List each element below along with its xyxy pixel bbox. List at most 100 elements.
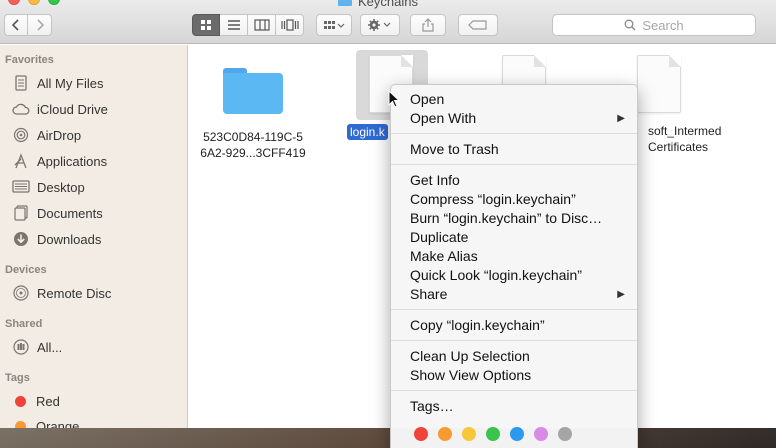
desktop-icon bbox=[12, 178, 30, 196]
menu-item-label: Compress “login.keychain” bbox=[410, 191, 576, 207]
menu-item-label: Tags… bbox=[410, 398, 454, 414]
menu-item-quick-look[interactable]: Quick Look “login.keychain” bbox=[410, 266, 625, 285]
orange-tag-icon bbox=[15, 420, 26, 428]
file-label-line: 6A2-929...3CFF419 bbox=[200, 146, 306, 160]
menu-item-label: Open With bbox=[410, 110, 477, 126]
grid-icon bbox=[201, 20, 211, 30]
minimize-window-button[interactable] bbox=[28, 0, 40, 5]
finder-window: Keychains Search Favorites All My Files … bbox=[0, 0, 776, 428]
gear-icon bbox=[368, 19, 391, 31]
sidebar-item-desktop[interactable]: Desktop bbox=[12, 177, 85, 197]
sidebar-item-documents[interactable]: Documents bbox=[12, 203, 103, 223]
tag-color-red[interactable] bbox=[414, 427, 428, 441]
list-view-button[interactable] bbox=[220, 14, 248, 36]
menu-item-share[interactable]: Share ▶ bbox=[410, 285, 625, 304]
view-mode-buttons bbox=[192, 14, 304, 36]
sidebar-item-label: Red bbox=[36, 393, 60, 409]
file-label-line: 523C0D84-119C-5 bbox=[203, 130, 303, 144]
navigation-buttons bbox=[4, 14, 52, 36]
sidebar-item-label: All... bbox=[37, 339, 63, 355]
edit-tags-button[interactable] bbox=[458, 14, 498, 36]
arrange-grid-icon bbox=[324, 21, 345, 29]
menu-item-show-view-options[interactable]: Show View Options bbox=[410, 366, 625, 385]
search-input[interactable]: Search bbox=[552, 14, 756, 36]
chevron-right-icon bbox=[36, 19, 44, 31]
back-button[interactable] bbox=[4, 14, 28, 36]
sidebar-item-label: Downloads bbox=[37, 231, 102, 247]
forward-button[interactable] bbox=[28, 14, 52, 36]
sidebar-item-icloud-drive[interactable]: iCloud Drive bbox=[12, 99, 108, 119]
menu-item-tags[interactable]: Tags… bbox=[410, 397, 625, 416]
share-button[interactable] bbox=[410, 14, 446, 36]
icon-view-button[interactable] bbox=[192, 14, 220, 36]
cover-flow-button[interactable] bbox=[276, 14, 304, 36]
menu-item-label: Copy “login.keychain” bbox=[410, 317, 545, 333]
arrange-button[interactable] bbox=[316, 14, 352, 36]
file-label: 523C0D84-119C-5 6A2-929...3CFF419 bbox=[191, 129, 315, 161]
action-button[interactable] bbox=[360, 14, 400, 36]
mouse-pointer-icon bbox=[388, 90, 400, 108]
search-icon bbox=[624, 19, 636, 31]
disc-icon bbox=[12, 284, 30, 302]
menu-item-make-alias[interactable]: Make Alias bbox=[410, 247, 625, 266]
menu-item-move-to-trash[interactable]: Move to Trash bbox=[410, 140, 625, 159]
tag-color-green[interactable] bbox=[486, 427, 500, 441]
window-title-text: Keychains bbox=[358, 0, 418, 9]
tag-color-gray[interactable] bbox=[558, 427, 572, 441]
columns-icon bbox=[253, 19, 270, 31]
sidebar-item-shared-all[interactable]: All... bbox=[12, 337, 62, 357]
sidebar-item-label: Remote Disc bbox=[37, 285, 112, 301]
folder-icon bbox=[223, 68, 283, 114]
menu-separator bbox=[391, 340, 637, 341]
airdrop-icon bbox=[12, 126, 30, 144]
sidebar-item-downloads[interactable]: Downloads bbox=[12, 229, 101, 249]
documents-icon bbox=[12, 204, 30, 222]
cover-flow-icon bbox=[280, 19, 299, 31]
sidebar-item-label: AirDrop bbox=[37, 127, 82, 143]
sidebar-item-tag-red[interactable]: Red bbox=[12, 391, 60, 411]
sidebar-item-label: Orange bbox=[36, 418, 80, 429]
sidebar-item-airdrop[interactable]: AirDrop bbox=[12, 125, 81, 145]
zoom-window-button[interactable] bbox=[48, 0, 60, 5]
sidebar-item-label: All My Files bbox=[37, 75, 104, 91]
tag-color-yellow[interactable] bbox=[462, 427, 476, 441]
submenu-arrow-icon: ▶ bbox=[617, 289, 625, 300]
chevron-left-icon bbox=[12, 19, 19, 31]
column-view-button[interactable] bbox=[248, 14, 276, 36]
menu-item-label: Show View Options bbox=[410, 367, 532, 383]
close-window-button[interactable] bbox=[8, 0, 20, 5]
menu-item-label: Duplicate bbox=[410, 229, 469, 245]
sidebar-item-tag-orange[interactable]: Orange bbox=[12, 416, 79, 428]
menu-item-label: Quick Look “login.keychain” bbox=[410, 267, 582, 283]
menu-item-copy[interactable]: Copy “login.keychain” bbox=[410, 316, 625, 335]
menu-item-duplicate[interactable]: Duplicate bbox=[410, 228, 625, 247]
devices-heading: Devices bbox=[5, 264, 47, 276]
sidebar-item-applications[interactable]: Applications bbox=[12, 151, 107, 171]
menu-item-burn-to-disc[interactable]: Burn “login.keychain” to Disc… bbox=[410, 209, 625, 228]
menu-item-open-with[interactable]: Open With ▶ bbox=[410, 109, 625, 128]
menu-item-open[interactable]: Open bbox=[410, 90, 625, 109]
sidebar-item-label: Documents bbox=[37, 205, 103, 221]
tags-heading: Tags bbox=[5, 372, 30, 384]
sidebar-item-label: iCloud Drive bbox=[37, 101, 108, 117]
menu-item-label: Share bbox=[410, 286, 448, 302]
tag-color-orange[interactable] bbox=[438, 427, 452, 441]
menu-item-get-info[interactable]: Get Info bbox=[410, 171, 625, 190]
applications-icon bbox=[12, 152, 30, 170]
red-tag-icon bbox=[15, 395, 26, 407]
menu-item-compress[interactable]: Compress “login.keychain” bbox=[410, 190, 625, 209]
tag-icon bbox=[468, 20, 487, 30]
menu-separator bbox=[391, 390, 637, 391]
sidebar-item-all-my-files[interactable]: All My Files bbox=[12, 73, 103, 93]
menu-item-clean-up-selection[interactable]: Clean Up Selection bbox=[410, 347, 625, 366]
menu-item-label: Make Alias bbox=[410, 248, 478, 264]
window-title: Keychains bbox=[338, 0, 418, 9]
menu-item-label: Clean Up Selection bbox=[410, 348, 530, 364]
share-icon bbox=[422, 18, 434, 32]
selected-file-label: login.k bbox=[347, 124, 388, 140]
tag-color-blue[interactable] bbox=[510, 427, 524, 441]
cloud-icon bbox=[12, 100, 30, 118]
sidebar-item-remote-disc[interactable]: Remote Disc bbox=[12, 283, 111, 303]
keychain-document-icon bbox=[637, 55, 681, 113]
tag-color-purple[interactable] bbox=[534, 427, 548, 441]
